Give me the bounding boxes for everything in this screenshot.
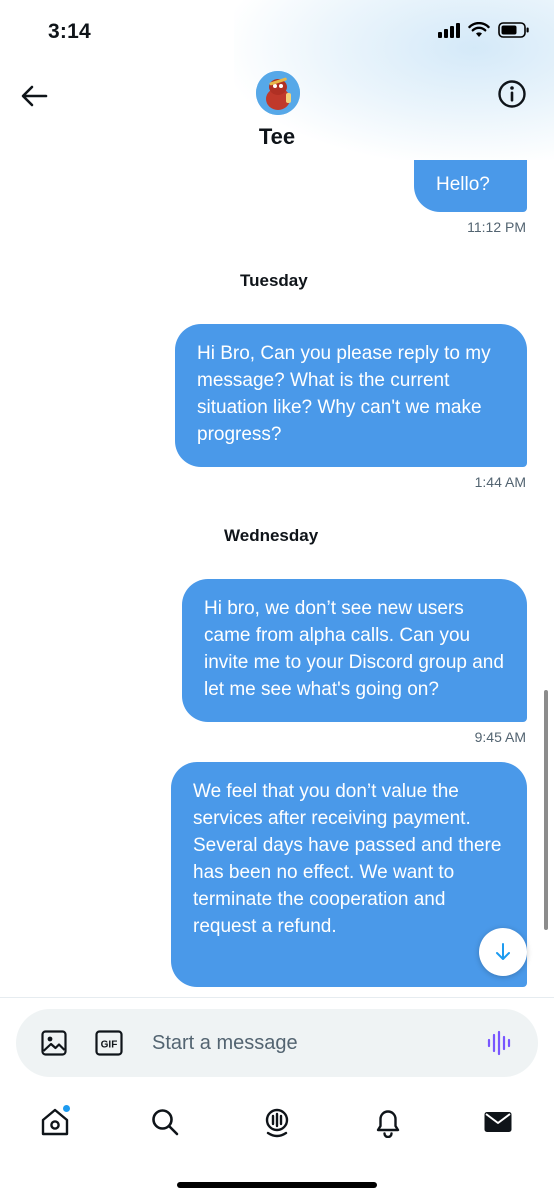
composer-divider bbox=[0, 997, 554, 998]
bottom-tab-bar bbox=[0, 1090, 554, 1160]
message-list[interactable]: Hello? 11:12 PM Tuesday Hi Bro, Can you … bbox=[0, 160, 554, 998]
add-photo-button[interactable] bbox=[40, 1029, 68, 1057]
tab-search[interactable] bbox=[145, 1102, 185, 1142]
search-icon bbox=[152, 1109, 179, 1136]
arrow-left-icon bbox=[21, 85, 48, 107]
spaces-icon bbox=[265, 1108, 289, 1138]
notification-dot bbox=[62, 1104, 71, 1113]
message-bubble[interactable]: We feel that you don’t value the service… bbox=[171, 762, 527, 987]
message-bubble[interactable]: Hello? bbox=[414, 160, 527, 212]
conversation-header: Tee bbox=[0, 62, 554, 160]
tab-messages[interactable] bbox=[478, 1102, 518, 1142]
status-bar: 3:14 bbox=[0, 0, 554, 62]
battery-icon bbox=[498, 22, 529, 38]
scroll-to-bottom-button[interactable] bbox=[479, 928, 527, 976]
message-bubble[interactable]: Hi Bro, Can you please reply to my messa… bbox=[175, 324, 527, 467]
message-input[interactable] bbox=[152, 1026, 452, 1060]
status-icons bbox=[438, 22, 530, 38]
back-button[interactable] bbox=[18, 80, 50, 112]
arrow-down-icon bbox=[496, 943, 510, 960]
wifi-icon bbox=[468, 22, 490, 37]
message-bubble[interactable]: Hi bro, we don’t see new users came from… bbox=[182, 579, 527, 722]
add-gif-button[interactable]: GIF bbox=[95, 1030, 123, 1056]
day-separator: Tuesday bbox=[240, 271, 308, 290]
info-icon bbox=[498, 80, 526, 108]
message-composer: GIF bbox=[16, 1009, 538, 1077]
voice-wave-icon bbox=[487, 1030, 511, 1056]
contact-name[interactable]: Tee bbox=[0, 124, 554, 150]
message-text: Hello? bbox=[436, 174, 490, 195]
gif-icon: GIF bbox=[95, 1030, 123, 1056]
message-timestamp: 9:45 AM bbox=[474, 729, 526, 745]
avatar-image bbox=[256, 71, 300, 115]
scrollbar[interactable] bbox=[544, 690, 548, 930]
bell-icon bbox=[376, 1110, 400, 1138]
voice-message-button[interactable] bbox=[486, 1029, 514, 1057]
status-time: 3:14 bbox=[48, 20, 91, 43]
message-timestamp: 1:44 AM bbox=[474, 474, 526, 490]
message-text: Hi bro, we don’t see new users came from… bbox=[204, 598, 504, 700]
day-separator: Wednesday bbox=[224, 526, 319, 545]
tab-notifications[interactable] bbox=[368, 1102, 408, 1142]
tab-home[interactable] bbox=[35, 1102, 75, 1142]
cellular-signal-icon bbox=[438, 23, 460, 38]
info-button[interactable] bbox=[496, 78, 528, 110]
mail-icon bbox=[484, 1112, 512, 1132]
home-indicator bbox=[177, 1182, 377, 1188]
image-icon bbox=[41, 1030, 67, 1056]
message-text: We feel that you don’t value the service… bbox=[193, 781, 502, 937]
message-text: Hi Bro, Can you please reply to my messa… bbox=[197, 343, 491, 445]
contact-avatar[interactable] bbox=[256, 71, 300, 115]
gif-label: GIF bbox=[101, 1040, 118, 1051]
message-timestamp: 11:12 PM bbox=[467, 219, 526, 235]
tab-spaces[interactable] bbox=[257, 1102, 297, 1142]
